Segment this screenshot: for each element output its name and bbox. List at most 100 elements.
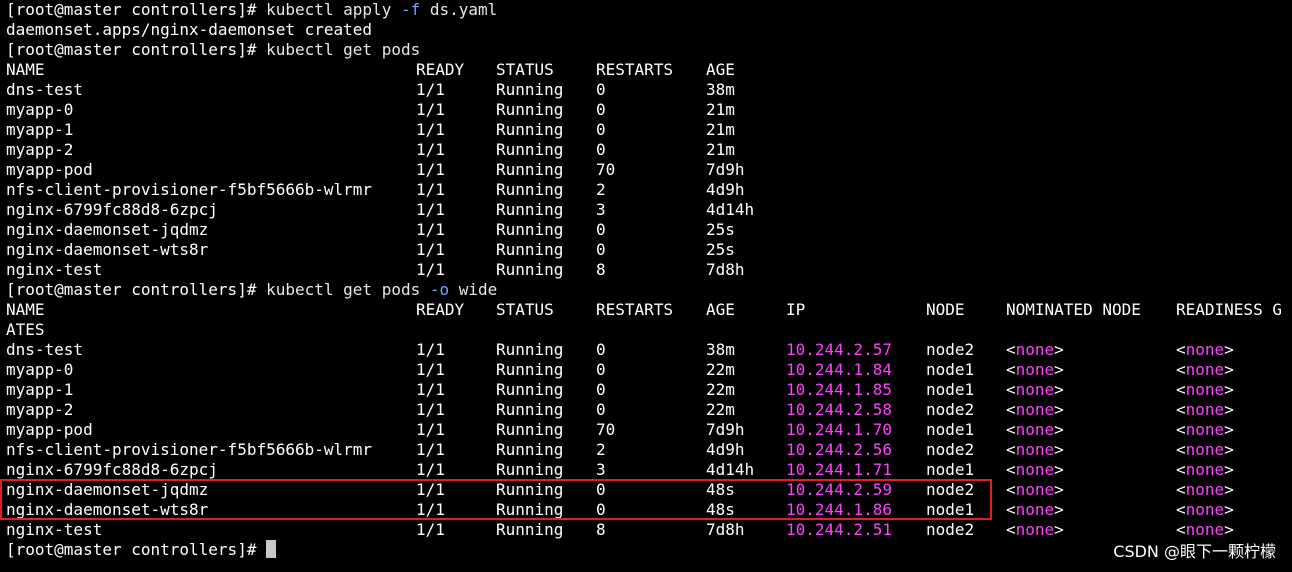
column-header: READY <box>416 300 465 319</box>
table-cell: 21m <box>706 120 735 139</box>
table-header: NAME READY STATUS RESTARTS AGE IP NODE NOMINATE… <box>6 300 1292 320</box>
table-cell: node1 <box>926 420 975 439</box>
terminal-output[interactable]: [root@master controllers]# kubectl apply… <box>6 0 1292 560</box>
angle-bracket: < <box>1176 400 1186 419</box>
table-cell: 1/1 <box>416 160 445 179</box>
table-cell: 1/1 <box>416 220 445 239</box>
table-row: nginx-test 1/1 Running 8 7d8h <box>6 260 1292 280</box>
table-cell: 25s <box>706 220 735 239</box>
readiness-gates-cell: <none> <box>1176 380 1234 400</box>
none-value: none <box>1015 360 1055 379</box>
command-text: kubectl apply <box>266 0 401 19</box>
command-line: [root@master controllers]# kubectl get p… <box>6 280 1292 300</box>
angle-bracket: > <box>1224 420 1234 439</box>
table-cell: 22m <box>706 380 735 399</box>
table-cell: node1 <box>926 380 975 399</box>
command-flag: -f <box>400 0 421 19</box>
table-cell: 1/1 <box>416 400 445 419</box>
highlight-box <box>0 479 992 520</box>
angle-bracket: > <box>1224 440 1234 459</box>
table-cell: Running <box>496 220 564 239</box>
table-cell: Running <box>496 380 564 399</box>
table-cell: 0 <box>596 340 606 359</box>
table-cell: myapp-pod <box>6 420 93 439</box>
table-cell: node1 <box>926 360 975 379</box>
table-cell: Running <box>496 140 564 159</box>
table-cell: Running <box>496 80 564 99</box>
table-cell: Running <box>496 460 564 479</box>
none-value: none <box>1015 340 1055 359</box>
none-value: none <box>1015 520 1055 539</box>
pod-ip: 10.244.2.56 <box>786 440 892 459</box>
column-header: NAME <box>6 300 45 319</box>
angle-bracket: > <box>1054 360 1064 379</box>
nominated-node-cell: <none> <box>1006 400 1064 420</box>
nominated-node-cell: <none> <box>1006 360 1064 380</box>
table-cell: 8 <box>596 520 606 539</box>
readiness-gates-cell: <none> <box>1176 500 1234 520</box>
angle-bracket: > <box>1054 340 1064 359</box>
command-flag: -o <box>429 280 450 299</box>
angle-bracket: > <box>1224 520 1234 539</box>
table-cell: 0 <box>596 360 606 379</box>
angle-bracket: > <box>1224 360 1234 379</box>
readiness-gates-cell: <none> <box>1176 440 1234 460</box>
table-cell: Running <box>496 440 564 459</box>
readiness-gates-cell: <none> <box>1176 360 1234 380</box>
table-cell: Running <box>496 100 564 119</box>
table-cell: 1/1 <box>416 260 445 279</box>
column-header: READINESS G <box>1176 300 1282 319</box>
column-header: NODE <box>926 300 965 319</box>
command-text: kubectl get pods <box>266 40 421 59</box>
cursor <box>266 540 277 558</box>
angle-bracket: > <box>1224 500 1234 519</box>
table-row: nfs-client-provisioner-f5bf5666b-wlrmr 1/… <box>6 440 1292 460</box>
table-cell: node2 <box>926 340 975 359</box>
column-header: READY <box>416 60 465 79</box>
table-cell: 7d9h <box>706 420 745 439</box>
table-cell: nginx-6799fc88d8-6zpcj <box>6 200 218 219</box>
table-row: myapp-pod 1/1 Running 70 7d9h <box>6 160 1292 180</box>
table-row: myapp-0 1/1 Running 0 22m 10.244.1.84 node1 <no… <box>6 360 1292 380</box>
table-cell: 7d8h <box>706 520 745 539</box>
none-value: none <box>1185 380 1225 399</box>
table-row: myapp-2 1/1 Running 0 22m 10.244.2.58 node2 <no… <box>6 400 1292 420</box>
table-cell: 2 <box>596 180 606 199</box>
table-cell: Running <box>496 180 564 199</box>
nominated-node-cell: <none> <box>1006 420 1064 440</box>
table-row: dns-test 1/1 Running 0 38m <box>6 80 1292 100</box>
none-value: none <box>1185 440 1225 459</box>
table-row: nginx-daemonset-wts8r 1/1 Running 0 25s <box>6 240 1292 260</box>
table-cell: 1/1 <box>416 520 445 539</box>
table-cell: 7d8h <box>706 260 745 279</box>
table-cell: 38m <box>706 80 735 99</box>
table-cell: dns-test <box>6 80 84 99</box>
table-cell: 1/1 <box>416 340 445 359</box>
table-cell: 1/1 <box>416 420 445 439</box>
table-row: myapp-1 1/1 Running 0 21m <box>6 120 1292 140</box>
table-header: NAME READY STATUS RESTARTS AGE <box>6 60 1292 80</box>
nominated-node-cell: <none> <box>1006 480 1064 500</box>
angle-bracket: < <box>1006 420 1016 439</box>
table-cell: 1/1 <box>416 100 445 119</box>
table-cell: 1/1 <box>416 240 445 259</box>
none-value: none <box>1185 400 1225 419</box>
command-line: [root@master controllers]# <box>6 540 1292 560</box>
table-cell: 21m <box>706 140 735 159</box>
none-value: none <box>1185 480 1225 499</box>
angle-bracket: > <box>1224 340 1234 359</box>
angle-bracket: < <box>1006 400 1016 419</box>
table-cell: nginx-6799fc88d8-6zpcj <box>6 460 218 479</box>
column-header: STATUS <box>496 300 554 319</box>
table-cell: 22m <box>706 400 735 419</box>
angle-bracket: > <box>1224 400 1234 419</box>
command-text: kubectl get pods <box>266 280 430 299</box>
table-cell: myapp-2 <box>6 400 74 419</box>
angle-bracket: < <box>1176 420 1186 439</box>
table-cell: Running <box>496 260 564 279</box>
angle-bracket: > <box>1054 440 1064 459</box>
readiness-gates-cell: <none> <box>1176 480 1234 500</box>
table-cell: 70 <box>596 420 616 439</box>
table-cell: myapp-2 <box>6 140 74 159</box>
table-cell: 0 <box>596 380 606 399</box>
